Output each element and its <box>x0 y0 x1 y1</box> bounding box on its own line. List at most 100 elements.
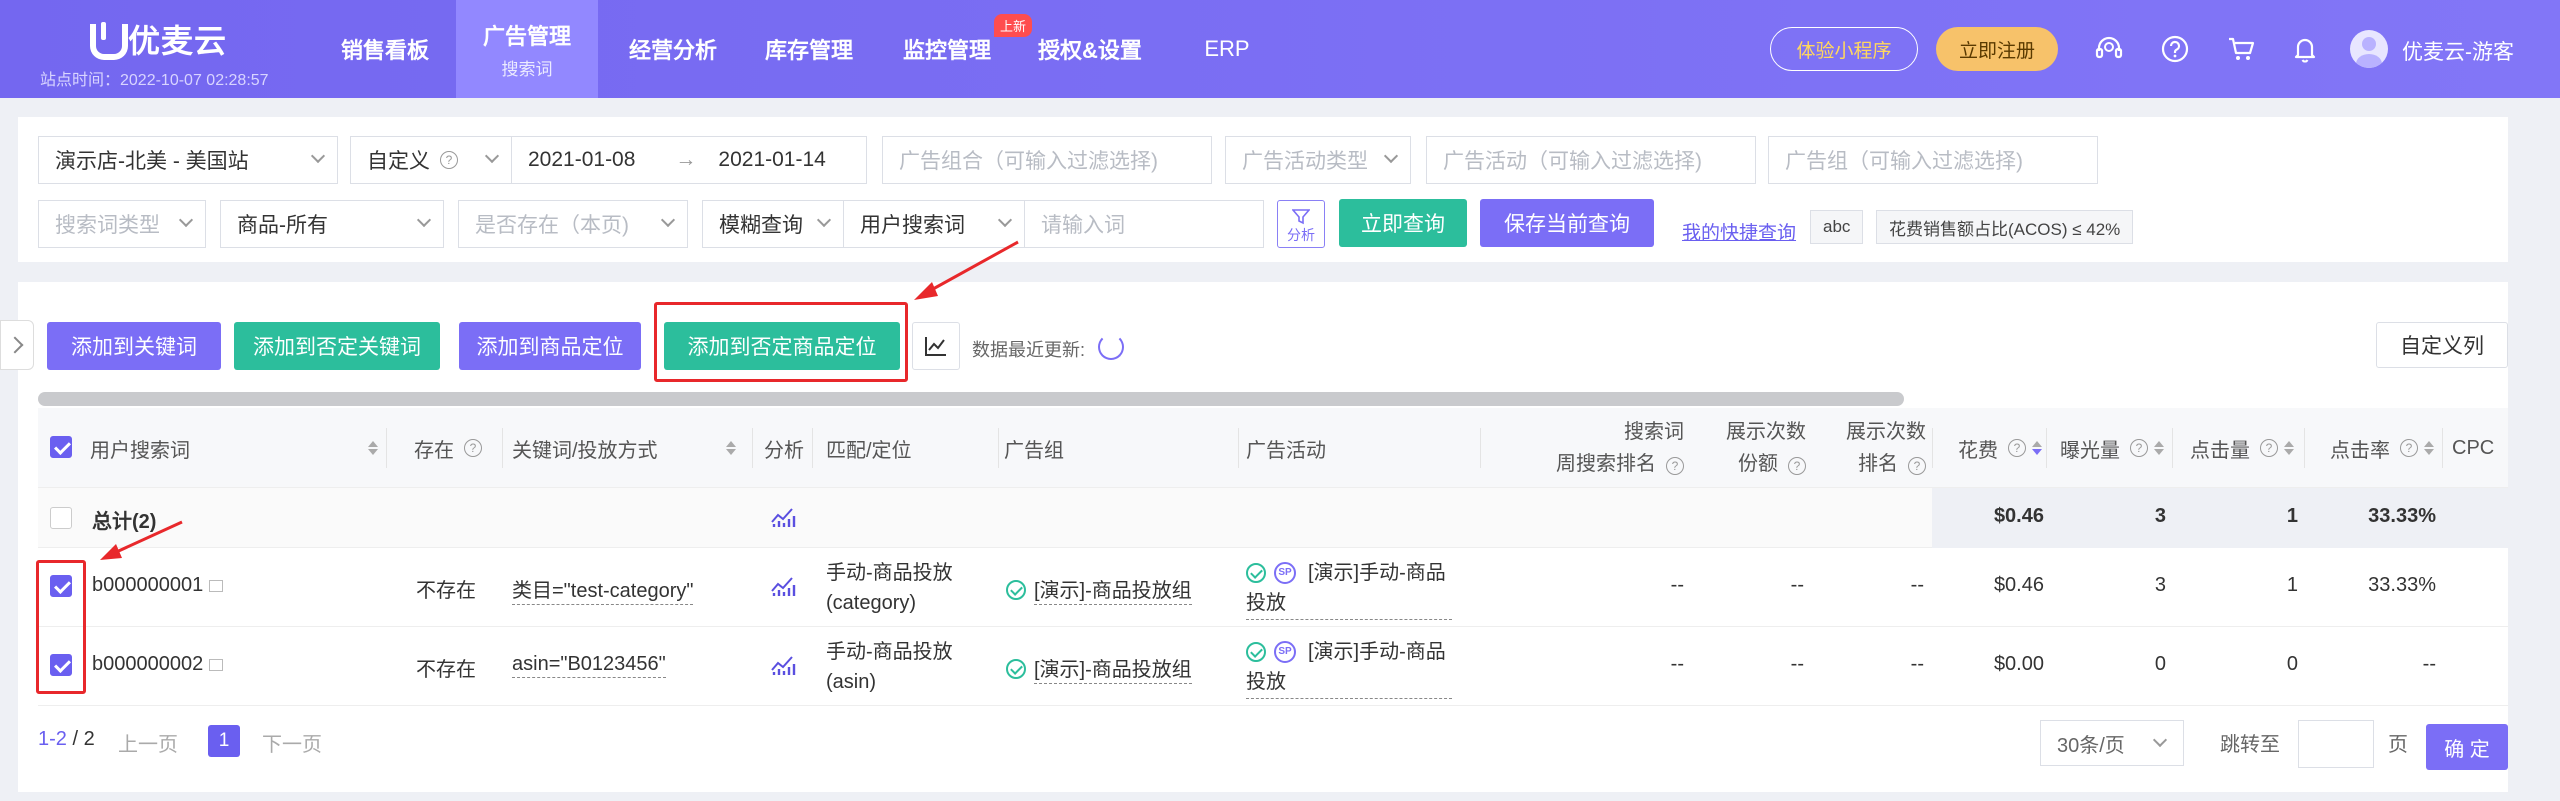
sort-icon[interactable] <box>2284 441 2294 455</box>
keyword-cell[interactable]: 类目="test-category" <box>512 574 694 605</box>
logo[interactable]: 优麦云 <box>88 16 227 62</box>
nav-sales-board[interactable]: 销售看板 <box>322 0 448 98</box>
header-impression-rank: 展示次数 排名? <box>1846 421 1926 475</box>
total-ctr: 33.33% <box>2368 505 2436 527</box>
nav-monitoring[interactable]: 监控管理 上新 <box>884 0 1032 98</box>
campaign-input[interactable]: 广告活动（可输入过滤选择) <box>1426 136 1756 184</box>
header-impressions[interactable]: 曝光量? <box>2060 408 2164 488</box>
custom-columns-button[interactable]: 自定义列 <box>2376 322 2508 368</box>
header-ad-group: 广告组 <box>1004 439 1064 462</box>
trend-analysis-icon[interactable] <box>770 504 796 528</box>
nav-auth-settings[interactable]: 授权&设置 <box>1026 0 1154 98</box>
total-row-checkbox[interactable] <box>50 507 72 529</box>
bell-icon[interactable] <box>2288 32 2322 66</box>
header-spend[interactable]: 花费? <box>1958 408 2042 488</box>
nav-business-analysis[interactable]: 经营分析 <box>610 0 736 98</box>
add-to-product-targeting-button[interactable]: 添加到商品定位 <box>459 322 641 370</box>
filter-analysis-button[interactable]: 分析 <box>1277 200 1325 248</box>
ad-group-input[interactable]: 广告组（可输入过滤选择) <box>1768 136 2098 184</box>
ad-group-cell[interactable]: [演示]-商品投放组 <box>1006 574 1192 605</box>
prev-page-button[interactable]: 上一页 <box>118 728 178 757</box>
sort-icon[interactable] <box>2154 441 2164 455</box>
external-link-icon[interactable] <box>209 658 224 671</box>
ctr-cell: -- <box>2422 653 2436 675</box>
quick-query-tag[interactable]: abc <box>1810 210 1864 244</box>
external-link-icon[interactable] <box>209 579 224 592</box>
shop-select[interactable]: 演示店-北美 - 美国站 <box>38 136 338 184</box>
query-button[interactable]: 立即查询 <box>1339 199 1467 247</box>
header-weekly-search-rank: 搜索词 周搜索排名? <box>1556 421 1684 475</box>
campaign-cell[interactable]: SP [演示]手动-商品 投放 <box>1246 637 1452 699</box>
date-end[interactable]: 2021-01-14 <box>718 148 825 172</box>
exists-select[interactable]: 是否存在（本页) <box>458 200 688 248</box>
jump-to-label: 跳转至 <box>2220 734 2280 756</box>
cart-icon[interactable] <box>2224 32 2258 66</box>
sidebar-expand-toggle[interactable] <box>0 320 34 370</box>
user-name[interactable]: 优麦云-游客 <box>2402 36 2514 66</box>
date-start[interactable]: 2021-01-08 <box>528 148 635 172</box>
date-range-picker[interactable]: 2021-01-08 → 2021-01-14 <box>511 136 867 184</box>
keyword-input[interactable]: 请输入词 <box>1024 200 1264 248</box>
campaign-cell[interactable]: SP [演示]手动-商品 投放 <box>1246 558 1452 620</box>
logo-icon <box>88 22 128 60</box>
arrow-right-icon: → <box>675 148 697 171</box>
horizontal-scrollbar[interactable] <box>38 392 1904 406</box>
nav-erp[interactable]: ERP <box>1180 0 1274 98</box>
product-select[interactable]: 商品-所有 <box>220 200 444 248</box>
jump-confirm-button[interactable]: 确 定 <box>2426 724 2508 770</box>
data-update-label: 数据最近更新: <box>972 340 1086 360</box>
header-keyword[interactable]: 关键词/投放方式 <box>512 408 740 488</box>
jump-page-input[interactable] <box>2298 720 2374 768</box>
headset-icon[interactable] <box>2092 32 2126 66</box>
register-button[interactable]: 立即注册 <box>1936 27 2058 71</box>
annotation-highlight-box <box>654 302 908 382</box>
my-quick-query-link[interactable]: 我的快捷查询 <box>1682 218 1796 245</box>
search-term-cell[interactable]: b000000002 <box>92 653 224 676</box>
match-cell: 手动-商品投放 (asin) <box>826 641 953 693</box>
sort-icon[interactable] <box>726 441 736 455</box>
header-ctr[interactable]: 点击率? <box>2330 408 2434 488</box>
header-search-term[interactable]: 用户搜索词 <box>90 408 382 488</box>
chart-toggle-button[interactable] <box>912 322 960 370</box>
search-term-type-select[interactable]: 搜索词类型 <box>38 200 206 248</box>
sort-icon[interactable] <box>2032 441 2042 455</box>
page-1-button[interactable]: 1 <box>208 725 240 757</box>
trend-analysis-icon[interactable] <box>770 573 796 597</box>
date-mode-select[interactable]: 自定义? <box>350 136 512 184</box>
chevron-down-icon <box>2152 732 2168 748</box>
page-size-select[interactable]: 30条/页 <box>2040 720 2184 766</box>
header-clicks[interactable]: 点击量? <box>2190 408 2294 488</box>
help-icon: ? <box>1908 457 1926 475</box>
quick-query-tag[interactable]: 花费销售额占比(ACOS) ≤ 42% <box>1876 210 2134 244</box>
refresh-icon[interactable] <box>1098 334 1124 360</box>
nav-ad-management[interactable]: 广告管理 搜索词 <box>456 0 598 98</box>
sort-icon[interactable] <box>2424 441 2434 455</box>
avatar[interactable] <box>2350 30 2388 68</box>
sort-icon[interactable] <box>368 441 378 455</box>
spend-cell: $0.46 <box>1993 574 2044 596</box>
next-page-button[interactable]: 下一页 <box>262 728 322 757</box>
add-to-negative-keyword-button[interactable]: 添加到否定关键词 <box>234 322 440 370</box>
save-query-button[interactable]: 保存当前查询 <box>1480 199 1654 247</box>
trend-analysis-icon[interactable] <box>770 652 796 676</box>
nav-inventory[interactable]: 库存管理 <box>746 0 872 98</box>
ad-group-cell[interactable]: [演示]-商品投放组 <box>1006 653 1192 684</box>
select-all-checkbox[interactable] <box>50 436 72 458</box>
match-mode-select[interactable]: 模糊查询 <box>702 200 844 248</box>
ad-portfolio-input[interactable]: 广告组合（可输入过滤选择) <box>882 136 1212 184</box>
header-impression-share: 展示次数 份额? <box>1726 421 1806 475</box>
keyword-cell[interactable]: asin="B0123456" <box>512 653 666 678</box>
chevron-down-icon <box>178 212 194 228</box>
help-icon: ? <box>2130 439 2148 457</box>
campaign-type-select[interactable]: 广告活动类型 <box>1225 136 1411 184</box>
header-exists: 存在? <box>414 408 482 488</box>
help-icon[interactable] <box>2158 32 2192 66</box>
filter-icon <box>1292 209 1310 225</box>
exists-cell: 不存在 <box>416 659 476 681</box>
search-term-cell[interactable]: b000000001 <box>92 574 224 597</box>
chevron-down-icon <box>484 148 500 164</box>
chevron-down-icon <box>1383 148 1399 164</box>
trial-mini-program-button[interactable]: 体验小程序 <box>1770 27 1918 71</box>
add-to-keyword-button[interactable]: 添加到关键词 <box>47 322 221 370</box>
header-analysis: 分析 <box>764 439 804 462</box>
